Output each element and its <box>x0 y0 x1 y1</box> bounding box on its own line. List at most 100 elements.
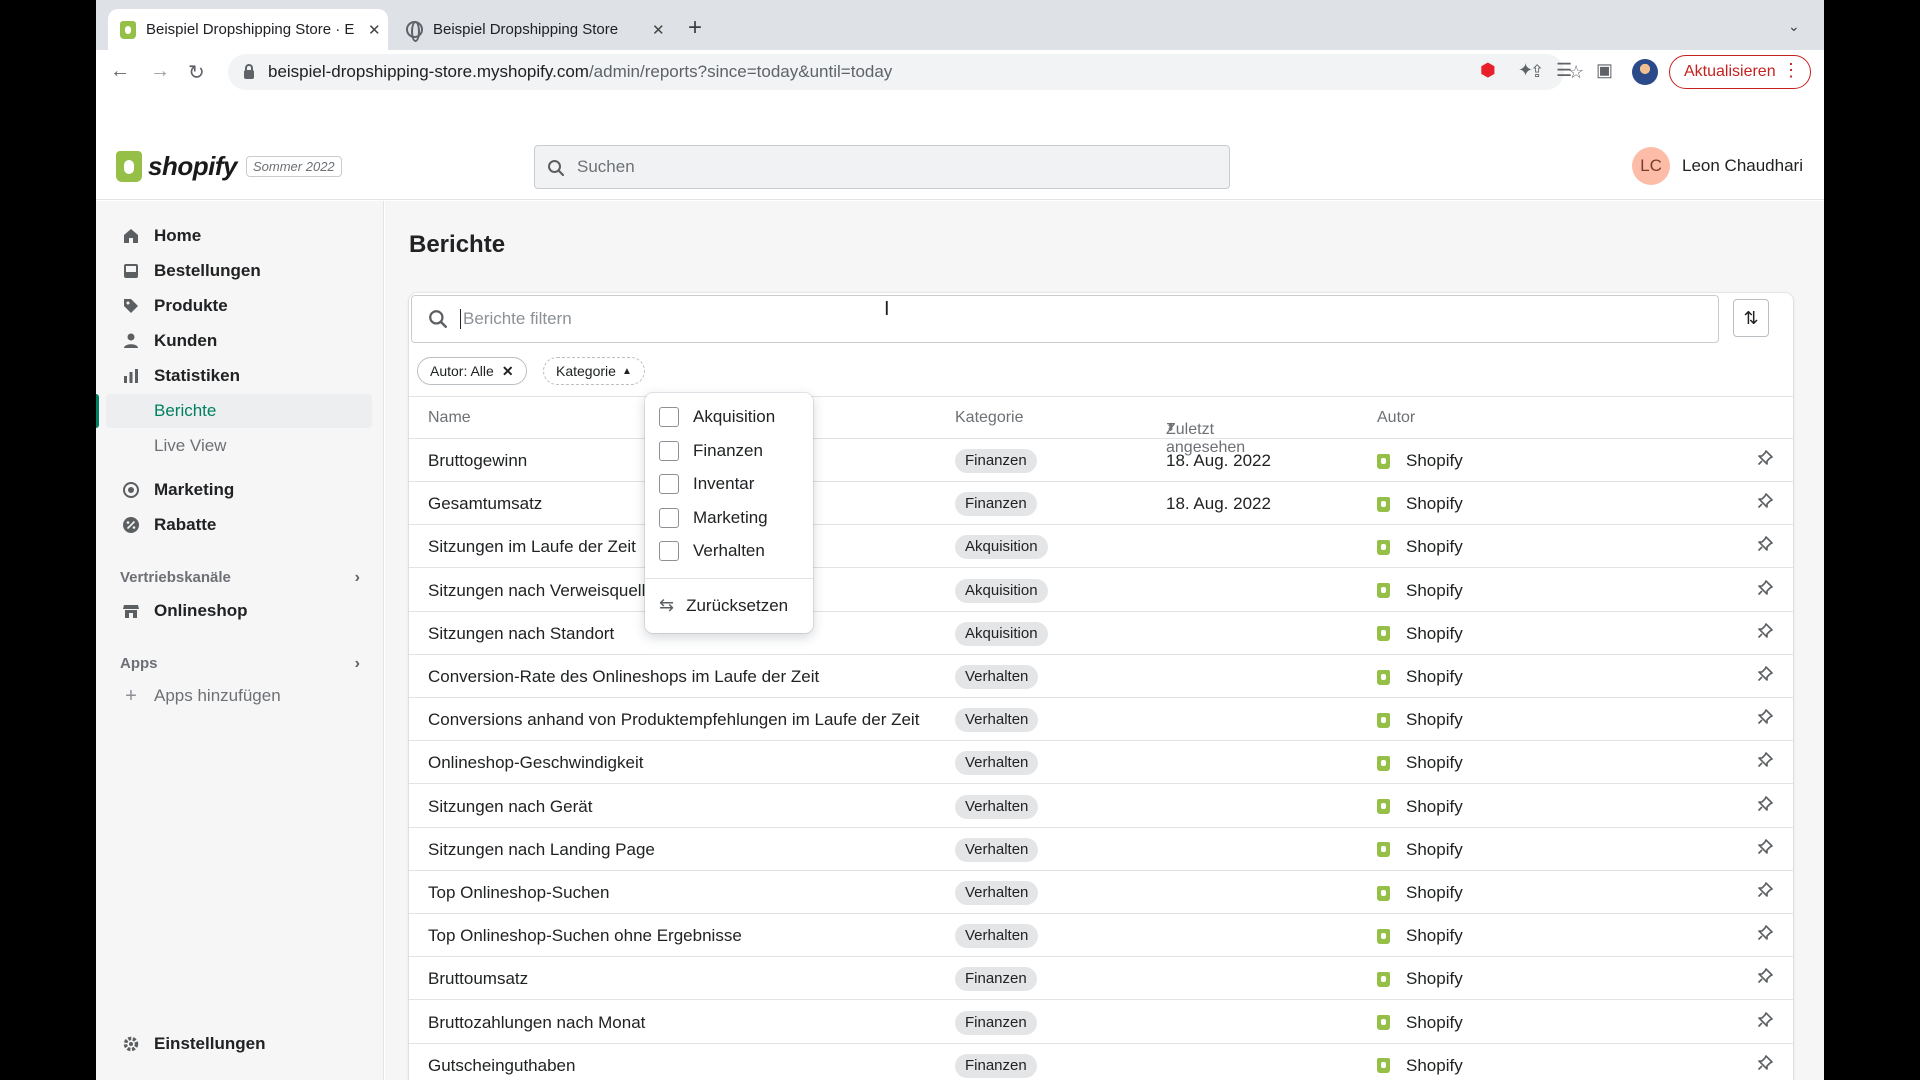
sidebar-item-discounts[interactable]: Rabatte <box>106 508 372 542</box>
category-option[interactable]: Akquisition <box>659 405 775 429</box>
url-field[interactable]: beispiel-dropshipping-store.myshopify.co… <box>228 54 1584 90</box>
column-header-author[interactable]: Autor <box>1377 409 1415 427</box>
column-header-category[interactable]: Kategorie <box>955 409 1024 427</box>
checkbox[interactable] <box>659 507 679 528</box>
report-name[interactable]: Conversions anhand von Produktempfehlung… <box>428 710 919 730</box>
pin-icon[interactable] <box>1757 882 1773 903</box>
pin-icon[interactable] <box>1757 536 1773 557</box>
pin-icon[interactable] <box>1757 579 1773 601</box>
table-row[interactable]: Bruttoumsatz Finanzen Shopify <box>409 957 1793 1001</box>
checkbox[interactable] <box>659 541 679 561</box>
sidebar-item-onlineshop[interactable]: Onlineshop <box>106 594 372 628</box>
table-row[interactable]: Bruttozahlungen nach Monat Finanzen Shopif… <box>409 1001 1793 1044</box>
forward-arrow-icon[interactable]: → <box>150 60 170 83</box>
table-row[interactable]: Top Onlineshop-Suchen Verhalten Shopify <box>409 871 1793 914</box>
adblock-icon[interactable]: ⬢ <box>1480 60 1496 81</box>
new-tab-icon[interactable]: + <box>688 14 702 42</box>
table-row[interactable]: Top Onlineshop-Suchen ohne Ergebnisse Ver… <box>409 914 1793 958</box>
report-name[interactable]: Bruttoumsatz <box>428 969 528 989</box>
report-name[interactable]: Sitzungen im Laufe der Zeit <box>428 537 636 557</box>
pin-icon[interactable] <box>1757 493 1773 514</box>
report-name[interactable]: Sitzungen nach Verweisquelle <box>428 581 655 601</box>
sidebar-item-add-apps[interactable]: + Apps hinzufügen <box>106 679 372 713</box>
report-name[interactable]: Onlineshop-Geschwindigkeit <box>428 753 643 773</box>
sidebar-item-reports[interactable]: Berichte <box>96 394 372 428</box>
profile-avatar[interactable] <box>1632 59 1658 85</box>
extensions-icon[interactable]: ✦ <box>1518 60 1533 81</box>
remove-filter-icon[interactable]: ✕ <box>502 363 514 380</box>
table-row[interactable]: Conversions anhand von Produktempfehlung… <box>409 698 1793 742</box>
report-name[interactable]: Bruttogewinn <box>428 451 527 471</box>
page-title: Berichte <box>409 231 506 258</box>
report-name[interactable]: Gesamtumsatz <box>428 494 542 514</box>
report-name[interactable]: Sitzungen nach Landing Page <box>428 840 655 860</box>
update-button[interactable]: Aktualisieren ⋮ <box>1669 55 1811 89</box>
checkbox[interactable] <box>659 474 679 494</box>
author-filter-chip[interactable]: Autor: Alle ✕ <box>417 357 527 385</box>
sidebar-item-home[interactable]: Home <box>106 219 372 253</box>
table-row[interactable]: Sitzungen nach Gerät Verhalten Shopify <box>409 785 1793 828</box>
chevron-down-icon[interactable]: ⌄ <box>1788 18 1800 35</box>
report-name[interactable]: Top Onlineshop-Suchen <box>428 883 609 903</box>
report-name[interactable]: Sitzungen nach Standort <box>428 624 614 644</box>
column-header-name[interactable]: Name <box>428 409 471 427</box>
sales-channels-section[interactable]: Vertriebskanäle › <box>120 569 360 587</box>
sidepanel-icon[interactable]: ▣ <box>1596 60 1613 81</box>
table-row[interactable]: Sitzungen nach Standort Akquisition Shopif… <box>409 612 1793 655</box>
sidebar-item-orders[interactable]: Bestellungen <box>106 254 372 288</box>
table-row[interactable]: Gutscheinguthaben Finanzen Shopify <box>409 1044 1793 1080</box>
table-row[interactable]: Conversion-Rate des Onlineshops im Laufe… <box>409 655 1793 698</box>
category-option[interactable]: Inventar <box>659 472 754 496</box>
search-input[interactable]: Suchen <box>534 145 1230 189</box>
pin-icon[interactable] <box>1757 795 1773 817</box>
category-option[interactable]: Finanzen <box>659 439 763 463</box>
pin-icon[interactable] <box>1757 622 1773 644</box>
pin-icon[interactable] <box>1757 968 1773 989</box>
pin-icon[interactable] <box>1757 1011 1773 1033</box>
pin-icon[interactable] <box>1757 925 1773 946</box>
report-name[interactable]: Conversion-Rate des Onlineshops im Laufe… <box>428 667 819 687</box>
category-option[interactable]: Marketing <box>659 506 768 530</box>
table-row[interactable]: Bruttogewinn Finanzen 18. Aug. 2022 Shopify <box>409 439 1793 482</box>
back-arrow-icon[interactable]: ← <box>110 60 130 83</box>
user-avatar[interactable]: LC <box>1632 147 1670 185</box>
report-name[interactable]: Sitzungen nach Gerät <box>428 797 592 817</box>
close-tab-icon[interactable]: ✕ <box>368 21 381 39</box>
sidebar-item-products[interactable]: Produkte <box>106 289 372 323</box>
reports-filter-input[interactable]: Berichte filtern <box>411 295 1719 343</box>
report-name[interactable]: Bruttozahlungen nach Monat <box>428 1013 645 1033</box>
sidebar-item-settings[interactable]: Einstellungen <box>106 1027 372 1061</box>
report-name[interactable]: Gutscheinguthaben <box>428 1056 575 1076</box>
category-filter-chip[interactable]: Kategorie ▲ <box>543 357 645 385</box>
sidebar-item-analytics[interactable]: Statistiken <box>106 359 372 393</box>
user-name[interactable]: Leon Chaudhari <box>1682 156 1803 176</box>
pin-icon[interactable] <box>1757 1054 1773 1076</box>
shopify-bag-icon <box>1377 1058 1390 1074</box>
sidebar-item-customers[interactable]: Kunden <box>106 324 372 358</box>
table-row[interactable]: Onlineshop-Geschwindigkeit Verhalten Shopi… <box>409 741 1793 785</box>
checkbox[interactable] <box>659 440 679 461</box>
apps-section[interactable]: Apps › <box>120 655 360 673</box>
table-row[interactable]: Gesamtumsatz Finanzen 18. Aug. 2022 Shopify <box>409 482 1793 526</box>
table-row[interactable]: Sitzungen nach Landing Page Verhalten Shop… <box>409 828 1793 871</box>
checkbox[interactable] <box>659 407 679 427</box>
pin-icon[interactable] <box>1757 666 1773 687</box>
sidebar-item-live-view[interactable]: Live View <box>106 429 372 463</box>
shopify-logo[interactable]: shopify <box>116 151 237 182</box>
pin-icon[interactable] <box>1757 752 1773 773</box>
sort-button[interactable]: ⇅ <box>1733 299 1769 337</box>
close-tab-icon[interactable]: ✕ <box>652 21 665 39</box>
sidebar-item-marketing[interactable]: Marketing <box>106 473 372 507</box>
category-option[interactable]: Verhalten <box>659 539 765 563</box>
browser-tab-active[interactable]: Beispiel Dropshipping Store · E ✕ <box>108 9 388 50</box>
table-row[interactable]: Sitzungen im Laufe der Zeit Akquisition Sh… <box>409 525 1793 569</box>
reset-button[interactable]: ⇆ Zurücksetzen <box>659 595 788 616</box>
browser-tab[interactable]: Beispiel Dropshipping Store ✕ <box>396 9 676 50</box>
pin-icon[interactable] <box>1757 709 1773 730</box>
reload-icon[interactable]: ↻ <box>188 60 205 85</box>
pin-icon[interactable] <box>1757 838 1773 860</box>
media-queue-icon[interactable]: ☰ <box>1556 60 1572 81</box>
table-row[interactable]: Sitzungen nach Verweisquelle Akquisition S… <box>409 569 1793 612</box>
report-name[interactable]: Top Onlineshop-Suchen ohne Ergebnisse <box>428 926 742 946</box>
pin-icon[interactable] <box>1757 450 1773 471</box>
